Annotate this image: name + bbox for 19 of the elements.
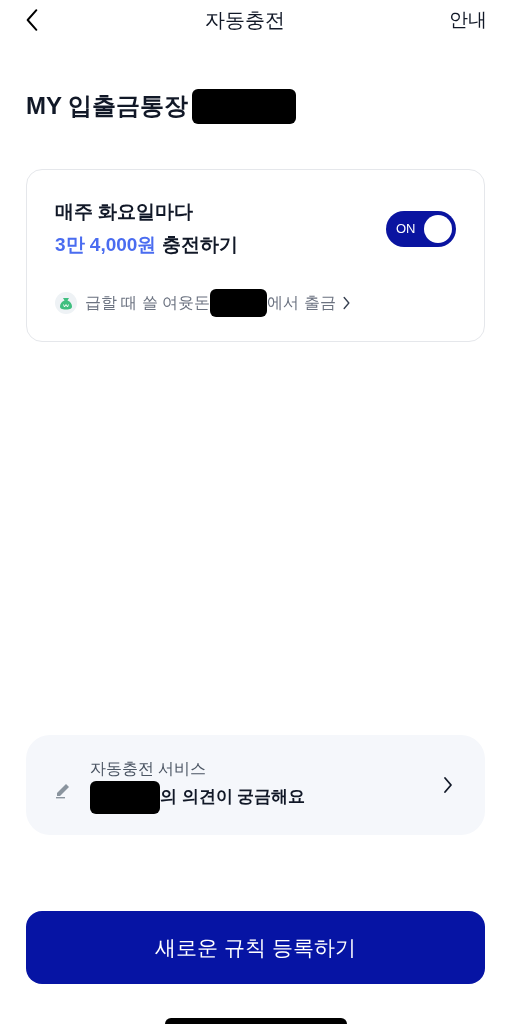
back-icon[interactable]	[24, 8, 40, 32]
chevron-right-icon	[443, 776, 453, 794]
screen-title: 자동충전	[204, 8, 285, 33]
account-name: MY 입출금통장	[26, 91, 189, 121]
toggle-knob	[424, 214, 452, 243]
schedule-text: 매주 화요일마다	[55, 200, 195, 224]
amount-text: 3만 4,000원	[55, 232, 157, 257]
register-rule-button[interactable]: 새로운 규칙 등록하기	[26, 911, 485, 984]
feedback-card[interactable]: 자동충전 서비스 의 의견이 궁금해요	[26, 735, 485, 835]
money-bag-icon	[55, 292, 77, 314]
chevron-right-icon	[341, 296, 351, 310]
feedback-title: 의 의견이 궁금해요	[160, 786, 306, 809]
info-link[interactable]: 안내	[449, 5, 487, 35]
source-prefix: 급할 때 쓸 여윳돈	[85, 293, 211, 313]
toggle-switch[interactable]: ON	[386, 210, 456, 247]
source-suffix: 에서 출금	[267, 293, 336, 313]
feedback-subtitle: 자동충전 서비스	[90, 758, 208, 779]
charge-label: 충전하기	[162, 232, 239, 257]
toggle-label: ON	[396, 219, 416, 238]
